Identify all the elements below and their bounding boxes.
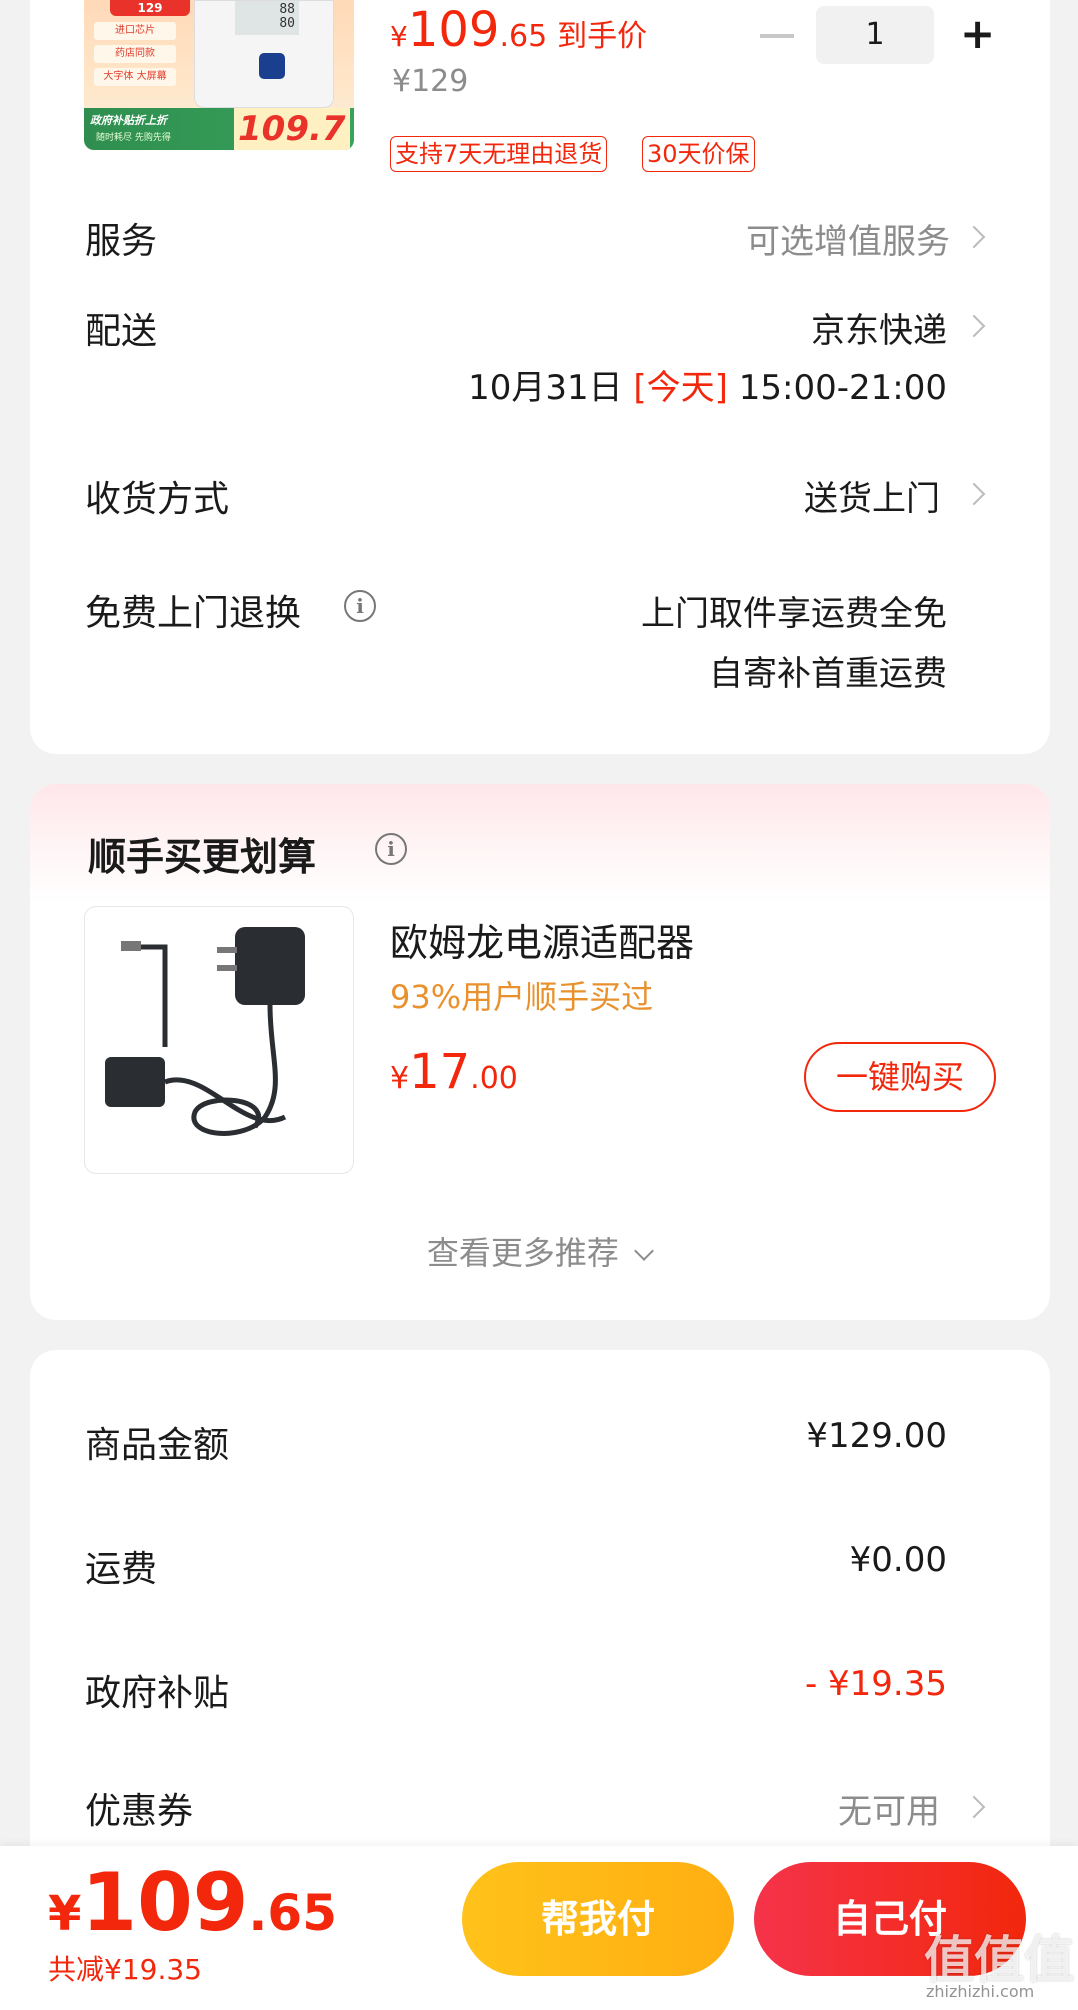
currency-symbol: ¥ bbox=[390, 1061, 410, 1096]
product-image-chip: 大字体 大屏幕 bbox=[94, 68, 176, 86]
site-watermark-url: zhizhizhi.com bbox=[926, 1982, 1035, 2001]
service-label: 服务 bbox=[85, 221, 158, 262]
currency-symbol: ¥ bbox=[48, 1886, 82, 1942]
total-integer: 109 bbox=[81, 1856, 249, 1949]
total-decimal: .65 bbox=[248, 1884, 337, 1942]
price-integer: 109 bbox=[407, 2, 500, 58]
gov-subsidy-label: 政府补贴 bbox=[85, 1673, 230, 1714]
product-image-banner: 政府补贴折上折 随时耗尽 先购先得 109.7 bbox=[84, 108, 354, 150]
total-price: ¥109.65 bbox=[48, 1856, 337, 1949]
receive-method-value[interactable]: 送货上门 bbox=[804, 471, 940, 520]
price-decimal: .65 bbox=[499, 19, 548, 54]
price-protect-badge: 30天价保 bbox=[642, 136, 755, 172]
banner-text: 政府补贴折上折 bbox=[90, 114, 167, 127]
service-value[interactable]: 可选增值服务 bbox=[746, 214, 950, 263]
final-price: ¥109.65 到手价 bbox=[390, 2, 647, 58]
receive-method-label: 收货方式 bbox=[85, 479, 230, 520]
free-return-line-1: 上门取件享运费全免 bbox=[641, 594, 947, 634]
blood-pressure-monitor-illustration: 88 80 bbox=[194, 0, 334, 108]
price-decimal: .00 bbox=[470, 1061, 518, 1096]
product-image-price-tag: 129 bbox=[110, 0, 190, 16]
delivery-time-range: 15:00-21:00 bbox=[738, 368, 947, 408]
coupon-value[interactable]: 无可用 bbox=[838, 1784, 940, 1833]
delivery-time[interactable]: 10月31日 [今天] 15:00-21:00 bbox=[468, 360, 947, 409]
info-icon[interactable]: i bbox=[344, 590, 376, 622]
ask-friend-pay-button[interactable]: 帮我付 bbox=[462, 1862, 734, 1976]
final-price-label: 到手价 bbox=[557, 19, 648, 54]
product-image-chip: 进口芯片 bbox=[94, 22, 176, 40]
monitor-screen: 88 80 bbox=[235, 1, 299, 35]
return-policy-badge: 支持7天无理由退货 bbox=[390, 136, 608, 172]
delivery-carrier[interactable]: 京东快递 bbox=[811, 303, 947, 352]
price-integer: 17 bbox=[409, 1044, 471, 1100]
product-image-chip: 药店同款 bbox=[94, 45, 176, 63]
currency-symbol: ¥ bbox=[390, 20, 408, 53]
goods-amount-value: ¥129.00 bbox=[806, 1416, 947, 1456]
banner-price: 109.7 bbox=[234, 108, 350, 150]
monitor-button bbox=[259, 53, 285, 79]
free-return-label: 免费上门退换 bbox=[85, 593, 302, 634]
product-image-chips: 进口芯片 药店同款 大字体 大屏幕 bbox=[94, 22, 176, 91]
power-adapter-illustration bbox=[105, 927, 305, 1136]
recommend-item-price: ¥17.00 bbox=[390, 1044, 518, 1100]
one-click-buy-button[interactable]: 一键购买 bbox=[804, 1042, 996, 1112]
adapter-product-image[interactable] bbox=[84, 906, 354, 1174]
gov-subsidy-value: - ¥19.35 bbox=[804, 1664, 947, 1704]
quantity-increase-button[interactable]: + bbox=[960, 10, 995, 58]
recommend-item-name[interactable]: 欧姆龙电源适配器 bbox=[390, 912, 694, 967]
original-price: ¥129 bbox=[392, 64, 469, 99]
recommend-item-popularity: 93%用户顺手买过 bbox=[390, 978, 654, 1016]
quantity-input[interactable]: 1 bbox=[816, 6, 934, 64]
free-return-line-2: 自寄补首重运费 bbox=[709, 654, 947, 694]
delivery-today-tag: [今天] bbox=[633, 368, 728, 408]
shipping-fee-label: 运费 bbox=[85, 1549, 158, 1590]
product-image[interactable]: 129 进口芯片 药店同款 大字体 大屏幕 88 80 政府补贴折上折 随时耗尽… bbox=[84, 0, 354, 150]
shipping-fee-value: ¥0.00 bbox=[849, 1540, 947, 1580]
coupon-label: 优惠券 bbox=[85, 1791, 194, 1832]
recommend-title: 顺手买更划算 bbox=[88, 835, 317, 879]
goods-amount-label: 商品金额 bbox=[85, 1425, 230, 1466]
chevron-down-icon bbox=[634, 1241, 654, 1261]
delivery-date: 10月31日 bbox=[468, 368, 623, 408]
delivery-label: 配送 bbox=[85, 311, 158, 352]
see-more-recommend-link[interactable]: 查看更多推荐 bbox=[0, 1228, 1078, 1274]
banner-subtext: 随时耗尽 先购先得 bbox=[96, 133, 171, 143]
total-saved[interactable]: 共减¥19.35 bbox=[48, 1948, 202, 1988]
quantity-decrease-button[interactable] bbox=[760, 34, 794, 38]
info-icon[interactable]: i bbox=[375, 833, 407, 865]
see-more-label: 查看更多推荐 bbox=[426, 1234, 619, 1272]
